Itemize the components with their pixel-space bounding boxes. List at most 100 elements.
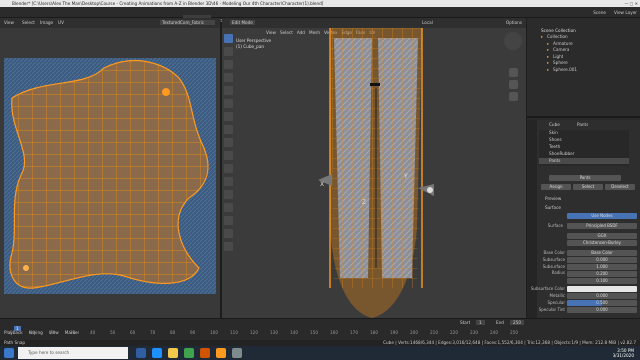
surface-shader-field[interactable]: Principled BSDF	[567, 223, 637, 229]
outliner-item-icon: ▸	[547, 53, 550, 59]
timeline-tick-label: 10	[30, 330, 36, 335]
mode-selector[interactable]: Edit Mode	[230, 20, 255, 25]
base-color-label: Base Color	[543, 250, 565, 255]
timeline-tick-label: 90	[190, 330, 196, 335]
current-frame-indicator[interactable]: 1	[14, 326, 21, 331]
end-label: End	[496, 320, 504, 325]
end-frame-field[interactable]: 250	[510, 320, 524, 325]
subsurface-radius-field[interactable]: 1.000	[567, 264, 637, 270]
subsurface-color-label: Subsurface Color	[530, 286, 565, 291]
outliner-item-camera[interactable]: ▸ Camera	[527, 47, 640, 53]
uv-texture-selector[interactable]: TexturedCom_Fabric	[160, 20, 215, 25]
deselect-button[interactable]: Deselect	[605, 184, 635, 190]
app-taskbar-icon[interactable]	[232, 348, 242, 358]
subsurface-color-swatch[interactable]	[567, 286, 637, 292]
timeline-tick-label: 100	[210, 330, 218, 335]
navigation-gizmo[interactable]	[504, 32, 522, 50]
uv-view-menu[interactable]: View	[4, 20, 14, 25]
taskbar-date: 3/31/2020	[612, 353, 634, 358]
timeline-tick-label: 210	[430, 330, 438, 335]
subsurface-radius-field[interactable]: 0.100	[567, 278, 637, 284]
media-icon[interactable]	[200, 348, 210, 358]
outliner-item-sphere[interactable]: ▸ Sphere	[527, 60, 640, 66]
outliner-item-icon: ▸	[541, 34, 544, 39]
axis-z-label: Z	[362, 199, 366, 206]
uv-image-menu[interactable]: Image	[40, 20, 53, 25]
edge-browser-icon[interactable]	[152, 348, 162, 358]
assign-button[interactable]: Assign	[541, 184, 571, 190]
outliner-item-armature[interactable]: ▸ Armature	[527, 41, 640, 47]
file-explorer-icon[interactable]	[168, 348, 178, 358]
timeline-tick-label: 20	[50, 330, 56, 335]
uv-editor[interactable]: View Select Image UV TexturedCom_Fabric	[0, 18, 220, 318]
surface-section[interactable]: Surface	[545, 205, 561, 210]
timeline-tick-label: 110	[230, 330, 238, 335]
object-name: Cube	[549, 122, 560, 127]
material-slot[interactable]: ShoeRubber	[539, 151, 629, 157]
outliner[interactable]: Scene Collection ▸ Collection ▸ Armature ▸ Ca…	[527, 18, 640, 118]
window-controls[interactable]: — ▢ ✕	[624, 1, 638, 6]
outliner-item-label: Armature	[553, 40, 573, 46]
camera-view-icon[interactable]	[509, 92, 518, 101]
outliner-item-sphere-001[interactable]: ▸ Sphere.001	[527, 67, 640, 73]
material-slot-label: Teeth	[549, 144, 561, 149]
material-slot[interactable]: Teeth	[539, 144, 629, 150]
status-stats: Cube | Verts:1468/6,344 | Edges:3,016/12…	[383, 340, 636, 345]
material-slot[interactable]: Shoes	[539, 137, 629, 143]
timeline-tick-label: 50	[110, 330, 116, 335]
transform-orientation[interactable]: Local	[422, 20, 433, 25]
uv-texture-canvas[interactable]	[4, 58, 216, 294]
start-frame-field[interactable]: 1	[476, 320, 485, 325]
base-color-field[interactable]: Base Color	[567, 250, 637, 256]
metallic-field[interactable]: 0.000	[567, 293, 637, 299]
timeline-tick-label: 250	[510, 330, 518, 335]
chrome-icon[interactable]	[184, 348, 194, 358]
timeline-tick-label: 30	[70, 330, 76, 335]
timeline-tick-label: 0	[10, 330, 13, 335]
window-title: Blender* [C:\Users\Alex The Man\Desktop\…	[12, 1, 324, 6]
material-slot-label: Pants	[549, 158, 561, 163]
taskbar-search-box[interactable]: Type here to search	[18, 347, 128, 359]
use-nodes-button[interactable]: Use Nodes	[567, 213, 637, 219]
subsurface-method-field[interactable]: Christensen-Burley	[567, 240, 637, 246]
outliner-item-icon: ▸	[547, 60, 550, 65]
options-menu[interactable]: Options	[506, 20, 522, 25]
zoom-icon[interactable]	[509, 68, 518, 77]
specular-tint-field[interactable]: 0.000	[567, 307, 637, 313]
pan-icon[interactable]	[509, 80, 518, 89]
blender-taskbar-icon[interactable]	[216, 348, 226, 358]
title-bar: Blender* [C:\Users\Alex The Man\Desktop\…	[0, 0, 640, 7]
windows-start-icon[interactable]	[4, 348, 14, 358]
3d-viewport[interactable]: Edit Mode ViewSelectAddMeshVertexEdgeFac…	[222, 18, 526, 318]
subsurface-field[interactable]: 0.000	[567, 257, 637, 263]
subsurface-radius-field[interactable]: 0.200	[567, 271, 637, 277]
timeline-tick-label: 140	[290, 330, 298, 335]
material-slot[interactable]: Pants	[539, 158, 629, 164]
uv-editor-header: View Select Image UV TexturedCom_Fabric	[0, 18, 220, 28]
metallic-label: Metallic	[549, 293, 565, 298]
uv-mesh-overlay	[4, 58, 216, 294]
pants-mesh-render: X Y Z	[318, 28, 434, 318]
select-button[interactable]: Select	[573, 184, 603, 190]
scene-selector[interactable]: Scene	[593, 10, 606, 15]
timeline[interactable]: Playback Keying View Marker Start 1 End 250…	[0, 318, 640, 340]
properties-editor[interactable]: Cube Pants Skin Shoes Teeth ShoeRubber Pants…	[527, 120, 640, 318]
outliner-item-label: Sphere.001	[553, 66, 578, 72]
timeline-tick-label: 190	[390, 330, 398, 335]
task-view-icon[interactable]	[136, 348, 146, 358]
view-layer-selector[interactable]: View Layer	[614, 10, 637, 15]
specular-field[interactable]: 0.500	[567, 300, 637, 306]
uv-select-menu[interactable]: Select	[22, 20, 35, 25]
outliner-item-icon: ▸	[547, 40, 550, 46]
material-slot[interactable]: Skin	[539, 130, 629, 136]
material-name-field[interactable]: Pants	[549, 175, 621, 181]
material-slot-label: ShoeRubber	[549, 151, 575, 156]
preview-section[interactable]: Preview	[545, 196, 561, 201]
outliner-item-collection[interactable]: ▸ Collection	[527, 34, 640, 40]
uv-uv-menu[interactable]: UV	[58, 20, 64, 25]
outliner-item-light[interactable]: ▸ Light	[527, 54, 640, 60]
outliner-item-label: Camera	[553, 47, 570, 52]
distribution-field[interactable]: GGX	[567, 233, 637, 239]
material-slot-label: Shoes	[549, 137, 562, 142]
timeline-tick-label: 180	[370, 330, 378, 335]
